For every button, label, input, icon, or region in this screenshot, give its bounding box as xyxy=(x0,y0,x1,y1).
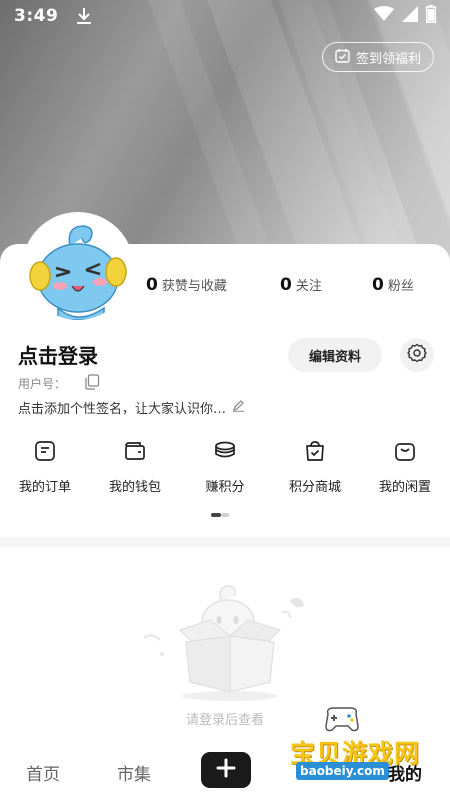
following-stat[interactable]: 0 关注 xyxy=(280,275,322,295)
menu-label: 积分商城 xyxy=(288,480,341,495)
nav-home[interactable]: 首页 xyxy=(26,760,60,785)
coins-icon xyxy=(214,440,236,466)
daily-signin-button[interactable]: 签到领福利 xyxy=(322,42,434,72)
user-id-label: 用户号： xyxy=(18,377,67,391)
followers-stat[interactable]: 0 粉丝 xyxy=(372,275,414,295)
gamepad-icon xyxy=(325,707,359,732)
menu-my-idle[interactable]: 我的闲置 xyxy=(360,440,450,510)
nav-market[interactable]: 市集 xyxy=(117,760,151,785)
feature-menu: 我的订单 我的钱包 赚积分 积分商城 我的闲置 xyxy=(0,440,450,510)
wallet-icon xyxy=(124,440,146,466)
wifi-icon xyxy=(374,5,394,27)
pencil-icon xyxy=(232,399,245,416)
signal-icon xyxy=(402,5,418,27)
menu-label: 我的闲置 xyxy=(378,480,431,495)
battery-icon xyxy=(426,4,436,28)
stats-row: 0 获赞与收藏 0 关注 0 粉丝 xyxy=(146,272,436,298)
settings-button[interactable] xyxy=(400,338,434,372)
menu-label: 赚积分 xyxy=(205,480,245,495)
edit-profile-button[interactable]: 编辑资料 xyxy=(288,338,382,372)
download-icon xyxy=(76,7,92,25)
copy-icon[interactable] xyxy=(84,374,100,393)
menu-my-orders[interactable]: 我的订单 xyxy=(0,440,90,510)
menu-earn-points[interactable]: 赚积分 xyxy=(180,440,270,510)
plus-icon xyxy=(216,758,236,782)
bio-text: 点击添加个性签名，让大家认识你… xyxy=(18,402,227,417)
calendar-check-icon xyxy=(335,48,350,67)
section-divider xyxy=(0,537,450,547)
followers-count: 0 xyxy=(372,275,384,295)
following-label: 关注 xyxy=(295,279,322,294)
nav-me[interactable]: 我的 xyxy=(388,760,422,785)
login-prompt[interactable]: 点击登录 xyxy=(18,340,98,369)
status-bar: 3:49 xyxy=(0,0,450,32)
order-icon xyxy=(34,440,56,466)
likes-favorites-count: 0 xyxy=(146,275,158,295)
idle-bag-icon xyxy=(394,440,416,466)
menu-page-indicator xyxy=(211,513,229,517)
user-id: 用户号： xyxy=(18,374,100,393)
bio-signature[interactable]: 点击添加个性签名，让大家认识你… xyxy=(18,398,245,417)
avatar[interactable] xyxy=(22,212,134,324)
status-time: 3:49 xyxy=(14,6,59,26)
daily-signin-label: 签到领福利 xyxy=(355,51,421,67)
menu-points-mall[interactable]: 积分商城 xyxy=(270,440,360,510)
publish-button[interactable] xyxy=(201,752,251,788)
followers-label: 粉丝 xyxy=(387,279,414,294)
points-mall-icon xyxy=(304,440,326,466)
menu-label: 我的订单 xyxy=(18,480,71,495)
following-count: 0 xyxy=(280,275,292,295)
likes-favorites-stat[interactable]: 0 获赞与收藏 xyxy=(146,275,227,295)
likes-favorites-label: 获赞与收藏 xyxy=(161,279,227,294)
empty-box-illustration xyxy=(140,580,320,705)
watermark-url: baobeiy.com xyxy=(296,762,389,780)
gear-icon xyxy=(407,343,427,367)
menu-my-wallet[interactable]: 我的钱包 xyxy=(90,440,180,510)
menu-label: 我的钱包 xyxy=(108,480,161,495)
